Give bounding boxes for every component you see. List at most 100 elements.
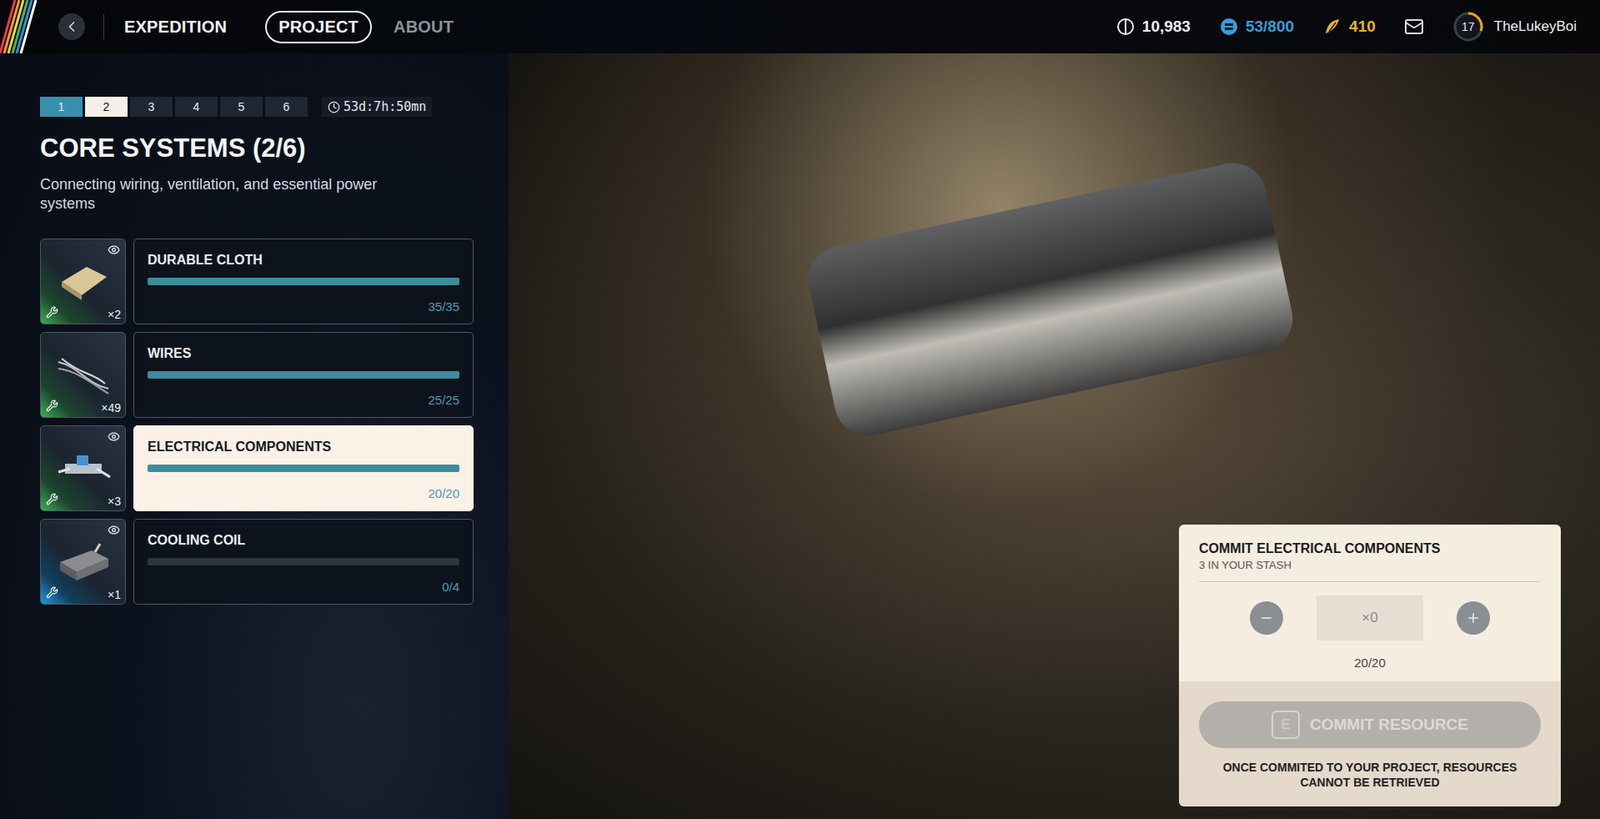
- cloth-icon: [53, 256, 114, 307]
- step-tab[interactable]: 5: [220, 96, 263, 117]
- wires-icon: [53, 350, 114, 401]
- token-icon: [1218, 16, 1239, 37]
- increase-button[interactable]: [1456, 601, 1490, 635]
- eye-icon: [107, 523, 121, 537]
- chevron-left-icon: [63, 18, 81, 36]
- component-icon: [53, 443, 114, 494]
- quantity-field[interactable]: ×0: [1316, 595, 1424, 641]
- resource-icon-box: ×1: [40, 518, 126, 605]
- currencies: 10,983 53/800 410: [1115, 16, 1376, 37]
- commit-title: COMMIT ELECTRICAL COMPONENTS: [1198, 541, 1541, 557]
- resource-card: ELECTRICAL COMPONENTS 20/20: [133, 425, 474, 512]
- stage-description: Connecting wiring, ventilation, and esse…: [40, 175, 416, 214]
- quantity-row: ×0: [1198, 595, 1541, 641]
- progress-track: [147, 277, 460, 286]
- resource-progress: 0/4: [147, 579, 460, 594]
- stash-count: ×49: [100, 401, 121, 415]
- back-button[interactable]: [58, 13, 86, 41]
- feather-icon: [1322, 16, 1343, 37]
- resource-name: DURABLE CLOTH: [147, 252, 460, 268]
- level-text: 17: [1452, 10, 1485, 43]
- craft-mark: [45, 399, 59, 412]
- rainbow-logo-icon: [0, 0, 47, 54]
- minus-icon: [1258, 610, 1274, 626]
- progress-fill: [147, 277, 460, 286]
- nav-item[interactable]: ABOUT: [388, 10, 459, 44]
- commit-top: COMMIT ELECTRICAL COMPONENTS3 IN YOUR ST…: [1178, 524, 1561, 682]
- watch-mark[interactable]: [107, 523, 121, 537]
- resource-card: WIRES 25/25: [133, 331, 474, 418]
- player[interactable]: 17 TheLukeyBoi: [1452, 10, 1577, 43]
- key-hint: E: [1271, 710, 1300, 739]
- commit-panel: COMMIT ELECTRICAL COMPONENTS3 IN YOUR ST…: [1178, 524, 1561, 807]
- resource-progress: 35/35: [147, 299, 460, 314]
- resource-card: COOLING COIL 0/4: [133, 518, 474, 605]
- resource-card: DURABLE CLOTH 35/35: [133, 238, 474, 325]
- step-tab[interactable]: 3: [130, 96, 173, 117]
- craft-mark: [45, 586, 59, 599]
- progress-fill: [147, 464, 460, 472]
- step-tab[interactable]: 6: [265, 96, 308, 117]
- resource-progress: 20/20: [147, 486, 460, 501]
- progress-track: [147, 464, 460, 472]
- wrench-icon: [45, 305, 59, 319]
- workshop-scene: COMMIT ELECTRICAL COMPONENTS3 IN YOUR ST…: [508, 53, 1600, 819]
- commit-progress: 20/20: [1198, 655, 1541, 670]
- top-bar: EXPEDITION PROJECT ABOUT 10,983 53/800 410 17 T…: [0, 0, 1600, 54]
- currency: 53/800: [1218, 16, 1295, 37]
- step-tab[interactable]: 4: [175, 96, 218, 117]
- wrench-icon: [45, 586, 59, 599]
- player-name: TheLukeyBoi: [1494, 18, 1577, 36]
- watch-mark[interactable]: [107, 430, 121, 443]
- resource-name: WIRES: [147, 346, 460, 362]
- resource-name: COOLING COIL: [147, 532, 460, 548]
- nav: EXPEDITION PROJECT ABOUT: [119, 10, 459, 44]
- stash-count: ×1: [107, 587, 121, 602]
- currency: 410: [1322, 16, 1376, 37]
- mail-icon: [1404, 16, 1425, 37]
- resource-progress: 25/25: [147, 392, 460, 407]
- coin-icon: [1115, 16, 1136, 37]
- currency-value: 10,983: [1142, 17, 1191, 36]
- resource-row[interactable]: ×3 ELECTRICAL COMPONENTS 20/20: [40, 425, 474, 512]
- resource-icon-box: ×2: [40, 238, 126, 325]
- currency-value: 53/800: [1245, 17, 1295, 36]
- progress-fill: [147, 371, 460, 379]
- resource-icon-box: ×49: [40, 331, 126, 418]
- timer: 53d:7h:50mn: [321, 96, 432, 117]
- resource-list: ×2DURABLE CLOTH35/35×49WIRES25/25×3ELECT…: [40, 238, 474, 605]
- clock-icon: [327, 100, 341, 114]
- commit-button[interactable]: ECOMMIT RESOURCE: [1198, 701, 1541, 748]
- step-tab[interactable]: 1: [40, 96, 83, 117]
- commit-warning: ONCE COMMITED TO YOUR PROJECT, RESOURCES…: [1198, 759, 1541, 790]
- eye-icon: [107, 243, 121, 256]
- body: 123456 53d:7h:50mn CORE SYSTEMS (2/6) Conne…: [0, 53, 1600, 819]
- stash-text: 3 IN YOUR STASH: [1198, 558, 1541, 582]
- level-ring: 17: [1452, 10, 1485, 43]
- currency-value: 410: [1349, 17, 1376, 36]
- craft-mark: [45, 305, 59, 319]
- scene-machine: [802, 156, 1300, 442]
- mail-button[interactable]: [1404, 16, 1425, 37]
- resource-row[interactable]: ×1 COOLING COIL 0/4: [40, 518, 474, 605]
- step-tab[interactable]: 2: [85, 96, 128, 117]
- currency: 10,983: [1115, 16, 1191, 37]
- progress-track: [147, 371, 460, 379]
- resource-icon-box: ×3: [40, 425, 126, 512]
- wrench-icon: [45, 492, 59, 506]
- plus-icon: [1465, 610, 1481, 626]
- project-panel: 123456 53d:7h:50mn CORE SYSTEMS (2/6) Conne…: [0, 53, 509, 819]
- resource-name: ELECTRICAL COMPONENTS: [147, 439, 460, 455]
- craft-mark: [45, 492, 59, 506]
- progress-track: [147, 557, 460, 566]
- nav-item[interactable]: EXPEDITION: [119, 10, 232, 44]
- watch-mark[interactable]: [107, 243, 121, 256]
- wrench-icon: [45, 399, 59, 412]
- resource-row[interactable]: ×49 WIRES 25/25: [40, 331, 474, 418]
- separator: [103, 14, 105, 40]
- resource-row[interactable]: ×2 DURABLE CLOTH 35/35: [40, 238, 474, 325]
- eye-icon: [107, 430, 121, 443]
- decrease-button[interactable]: [1249, 601, 1284, 635]
- stage-title: CORE SYSTEMS (2/6): [40, 133, 474, 164]
- nav-item[interactable]: PROJECT: [265, 10, 372, 44]
